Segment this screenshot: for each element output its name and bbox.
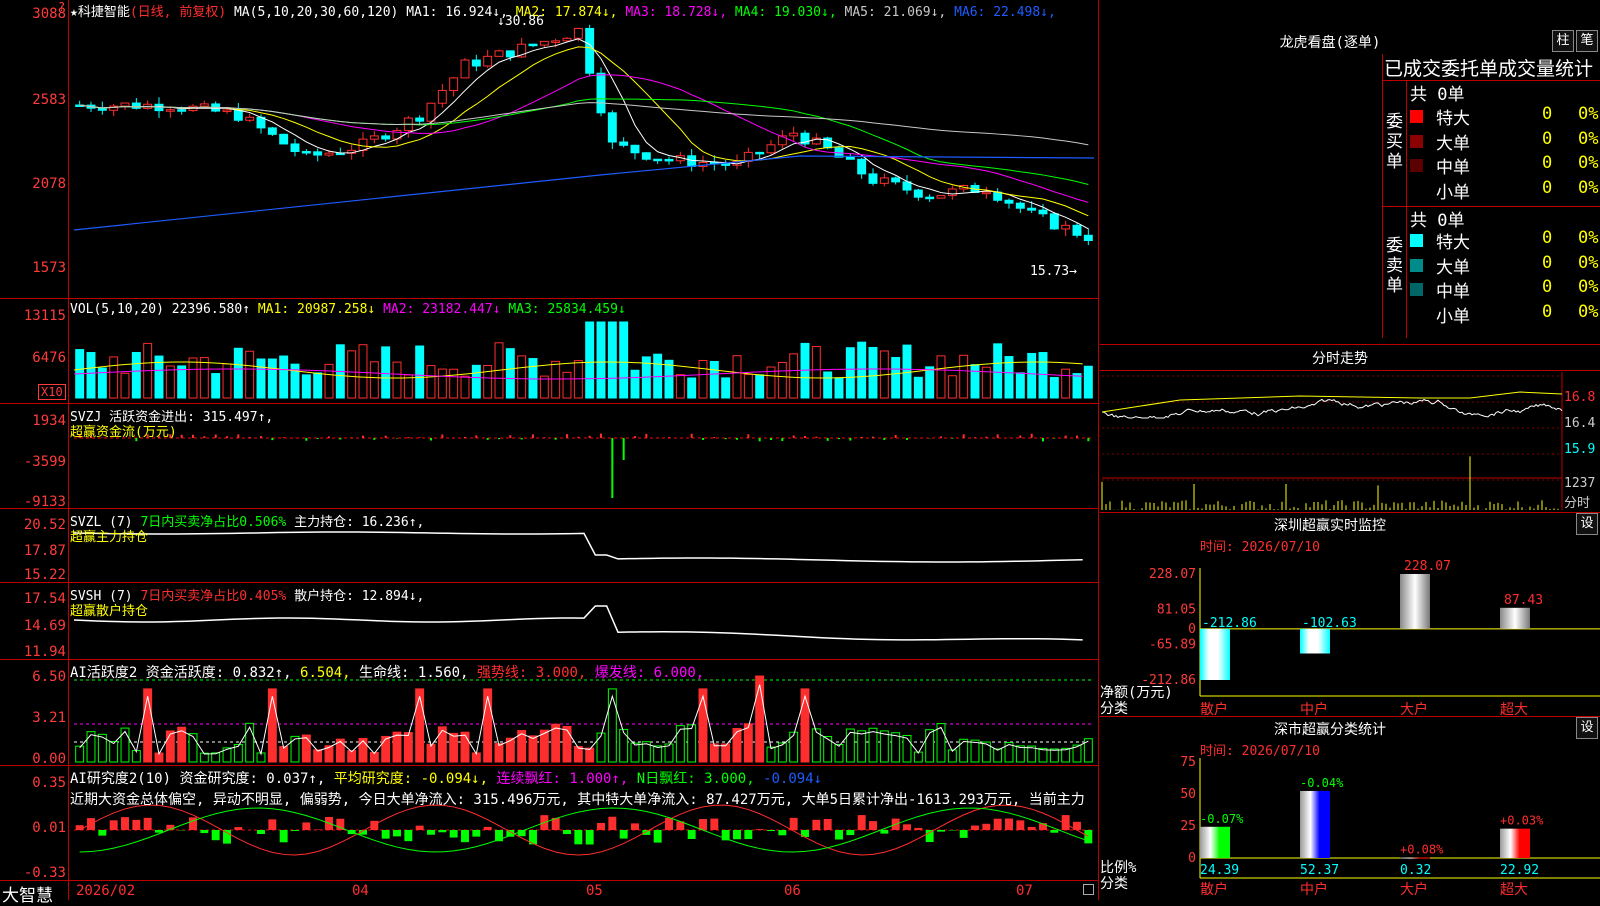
classify-value-label: 22.92 (1500, 863, 1539, 878)
classify-change-label: +0.03% (1500, 814, 1544, 828)
classify-change-label: +0.08% (1400, 843, 1444, 857)
classify-category: 散户 (1200, 881, 1228, 898)
classify-bar (1200, 827, 1230, 858)
classify-bar-chart: 75 50 25 0 -0.07% 24.39 散户 -0.04% 52.37 中户 +0.08% 0… (0, 0, 1600, 900)
classify-tick: 0 (1188, 851, 1196, 866)
classify-value-label: 52.37 (1300, 863, 1339, 878)
classify-bar (1400, 858, 1430, 859)
classify-bar (1500, 829, 1530, 858)
classify-tick: 25 (1180, 819, 1196, 834)
classify-value-label: 0.32 (1400, 863, 1431, 878)
classify-bar (1300, 791, 1330, 858)
classify-value-label: 24.39 (1200, 863, 1239, 878)
classify-tick: 50 (1180, 787, 1196, 802)
classify-change-label: -0.07% (1200, 812, 1244, 826)
classify-category: 超大 (1500, 882, 1528, 898)
classify-tick: 75 (1180, 755, 1196, 770)
classify-change-label: -0.04% (1300, 776, 1344, 790)
classify-category: 大户 (1400, 881, 1428, 898)
classify-category: 中户 (1300, 881, 1328, 898)
